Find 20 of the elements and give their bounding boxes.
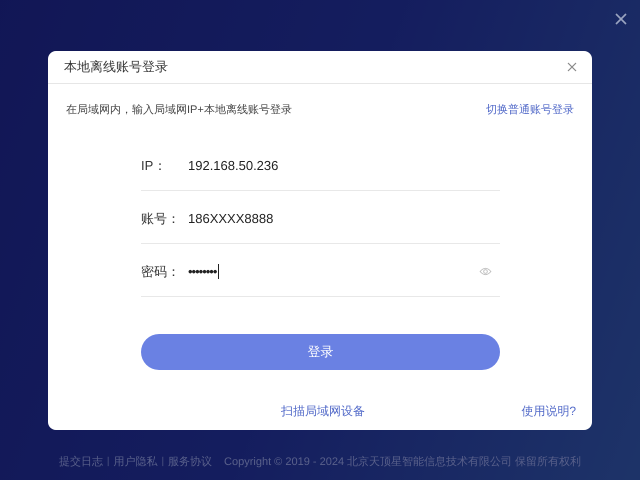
input-field[interactable]: •••••••• — [188, 264, 216, 279]
login-button[interactable]: 登录 — [141, 334, 500, 370]
close-icon[interactable] — [567, 62, 577, 72]
scan-devices-link[interactable]: 扫描局域网设备 — [281, 403, 365, 420]
input-field[interactable]: 186XXXX8888 — [188, 211, 274, 226]
separator: | — [161, 456, 164, 467]
input-field[interactable]: 192.168.50.236 — [188, 158, 278, 173]
hint-text: 在局域网内，输入局域网IP+本地离线账号登录 — [66, 102, 292, 117]
eye-icon[interactable] — [479, 267, 492, 276]
field-label: 密码： — [141, 262, 181, 280]
footer-link[interactable]: 用户隐私 — [113, 454, 158, 469]
separator: | — [106, 456, 110, 467]
field-label: IP： — [141, 156, 168, 174]
switch-account-link[interactable]: 切换普通账号登录 — [486, 102, 574, 117]
copyright-text: Copyright © 2019 - 2024 北京天顶星智能信息技术有限公司 保留所有权利 — [224, 454, 582, 469]
dialog-title: 本地离线账号登录 — [64, 58, 168, 76]
help-link[interactable]: 使用说明? — [521, 403, 576, 420]
field-label: 账号： — [141, 210, 181, 228]
footer-link[interactable]: 提交日志 — [58, 454, 103, 469]
close-icon[interactable] — [615, 13, 627, 25]
